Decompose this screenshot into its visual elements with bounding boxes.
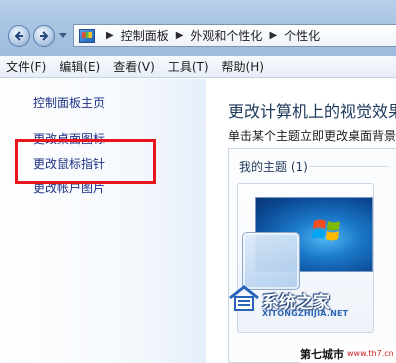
breadcrumb-separator-icon[interactable]: ▶ [269, 30, 277, 41]
arrow-right-icon [40, 31, 49, 41]
control-panel-icon [79, 28, 95, 43]
menu-file[interactable]: 文件(F) [6, 58, 46, 75]
task-pane [0, 79, 206, 363]
breadcrumb-personalization[interactable]: 个性化 [284, 27, 320, 44]
window-title-bar: ▶ 控制面板 ▶ 外观和个性化 ▶ 个性化 [0, 0, 396, 56]
watermark-bottom: 第七城市 www.th7.cn [300, 344, 396, 363]
breadcrumb-separator-icon[interactable]: ▶ [106, 30, 114, 41]
address-bar[interactable]: ▶ 控制面板 ▶ 外观和个性化 ▶ 个性化 [73, 24, 396, 47]
menu-tools[interactable]: 工具(T) [168, 58, 209, 75]
window-color-preview [242, 232, 300, 290]
menu-edit[interactable]: 编辑(E) [59, 58, 100, 75]
watermark-url: XITONGZHIJIA.NET [262, 309, 349, 318]
menu-help[interactable]: 帮助(H) [222, 58, 264, 75]
theme-list: 我的主题 (1) [228, 148, 396, 363]
forward-button[interactable] [33, 25, 55, 47]
breadcrumb-appearance[interactable]: 外观和个性化 [190, 27, 262, 44]
menu-view[interactable]: 查看(V) [113, 58, 155, 75]
watermark-bottom-url: www.th7.cn [347, 349, 394, 358]
house-logo-icon [229, 285, 259, 311]
page-description: 单击某个主题立即更改桌面背景 [228, 129, 396, 143]
breadcrumb-control-panel[interactable]: 控制面板 [121, 27, 169, 44]
watermark-bottom-name: 第七城市 [300, 347, 344, 361]
page-title: 更改计算机上的视觉效果 [228, 102, 396, 121]
control-panel-home-link[interactable]: 控制面板主页 [33, 94, 105, 111]
recent-pages-dropdown[interactable] [59, 33, 67, 38]
group-divider [309, 166, 389, 167]
arrow-left-icon [14, 31, 23, 41]
back-button[interactable] [8, 25, 30, 47]
breadcrumb-separator-icon[interactable]: ▶ [176, 30, 184, 41]
highlight-box [15, 139, 156, 184]
my-themes-label: 我的主题 (1) [239, 160, 308, 174]
windows-logo-icon [312, 219, 340, 241]
menu-bar: 文件(F) 编辑(E) 查看(V) 工具(T) 帮助(H) [0, 56, 396, 78]
